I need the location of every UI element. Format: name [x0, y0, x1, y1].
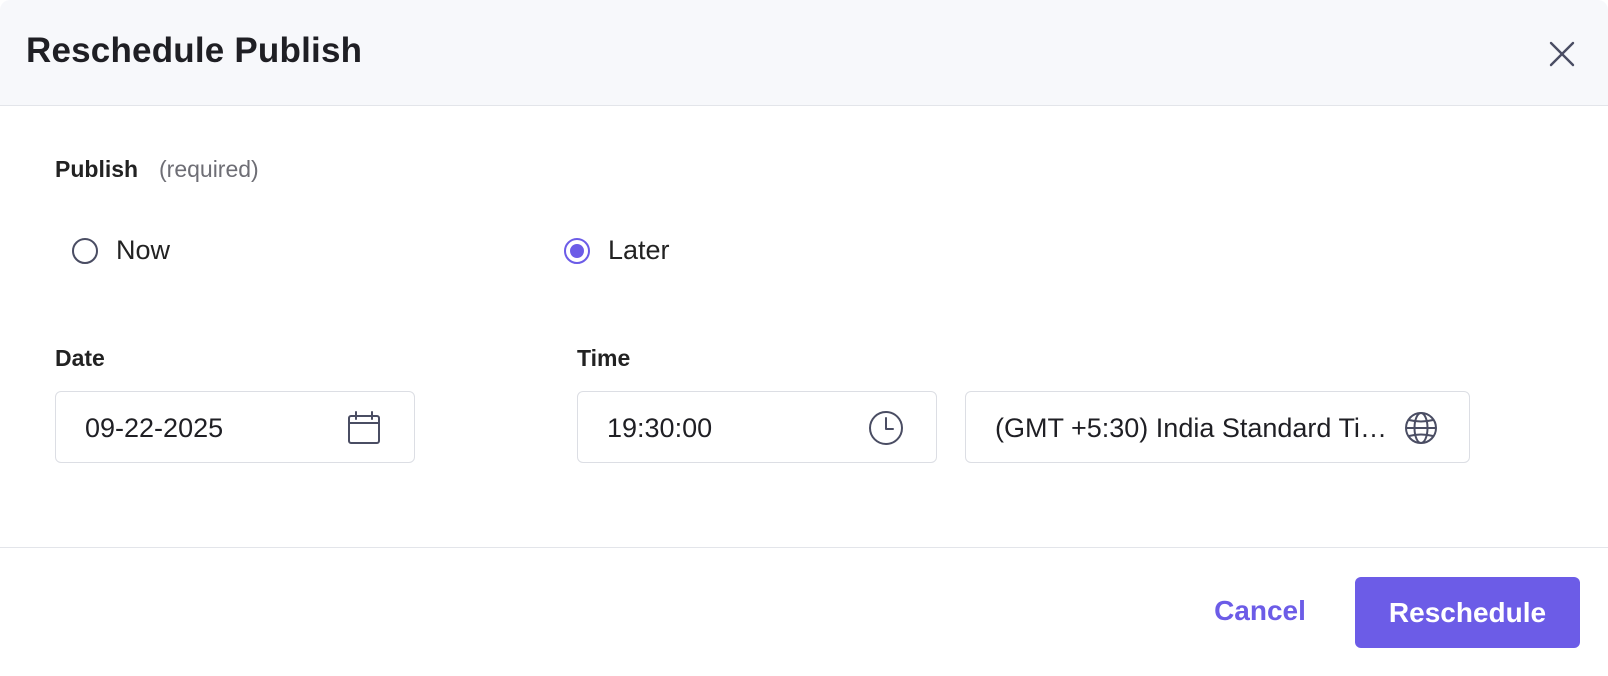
time-field[interactable]: 19:30:00 [577, 391, 937, 463]
date-value[interactable]: 09-22-2025 [85, 413, 223, 444]
radio-unchecked-icon[interactable] [72, 237, 98, 264]
dialog-title: Reschedule Publish [26, 31, 363, 70]
globe-icon[interactable] [1403, 410, 1439, 446]
reschedule-publish-dialog: Reschedule Publish Publish (required) No… [0, 0, 1608, 676]
clock-icon[interactable] [868, 410, 904, 446]
publish-now-radio[interactable]: Now [72, 235, 170, 266]
publish-label: Publish [55, 156, 139, 182]
timezone-select[interactable]: (GMT +5:30) India Standard Time [965, 391, 1470, 463]
dialog-header: Reschedule Publish [0, 0, 1608, 106]
date-field[interactable]: 09-22-2025 [55, 391, 415, 463]
footer-divider [0, 547, 1608, 548]
publish-now-label[interactable]: Now [116, 235, 170, 266]
cancel-button[interactable]: Cancel [1180, 578, 1340, 644]
required-hint: (required) [159, 156, 259, 182]
radio-checked-icon[interactable] [564, 237, 590, 264]
close-icon[interactable] [1542, 34, 1582, 74]
timezone-value[interactable]: (GMT +5:30) India Standard Time [995, 413, 1390, 444]
time-label: Time [577, 345, 631, 371]
publish-later-label[interactable]: Later [608, 235, 670, 266]
date-label: Date [55, 345, 105, 371]
publish-later-radio[interactable]: Later [564, 235, 670, 266]
reschedule-button[interactable]: Reschedule [1355, 577, 1580, 648]
calendar-icon[interactable] [346, 410, 382, 446]
time-value[interactable]: 19:30:00 [607, 413, 712, 444]
